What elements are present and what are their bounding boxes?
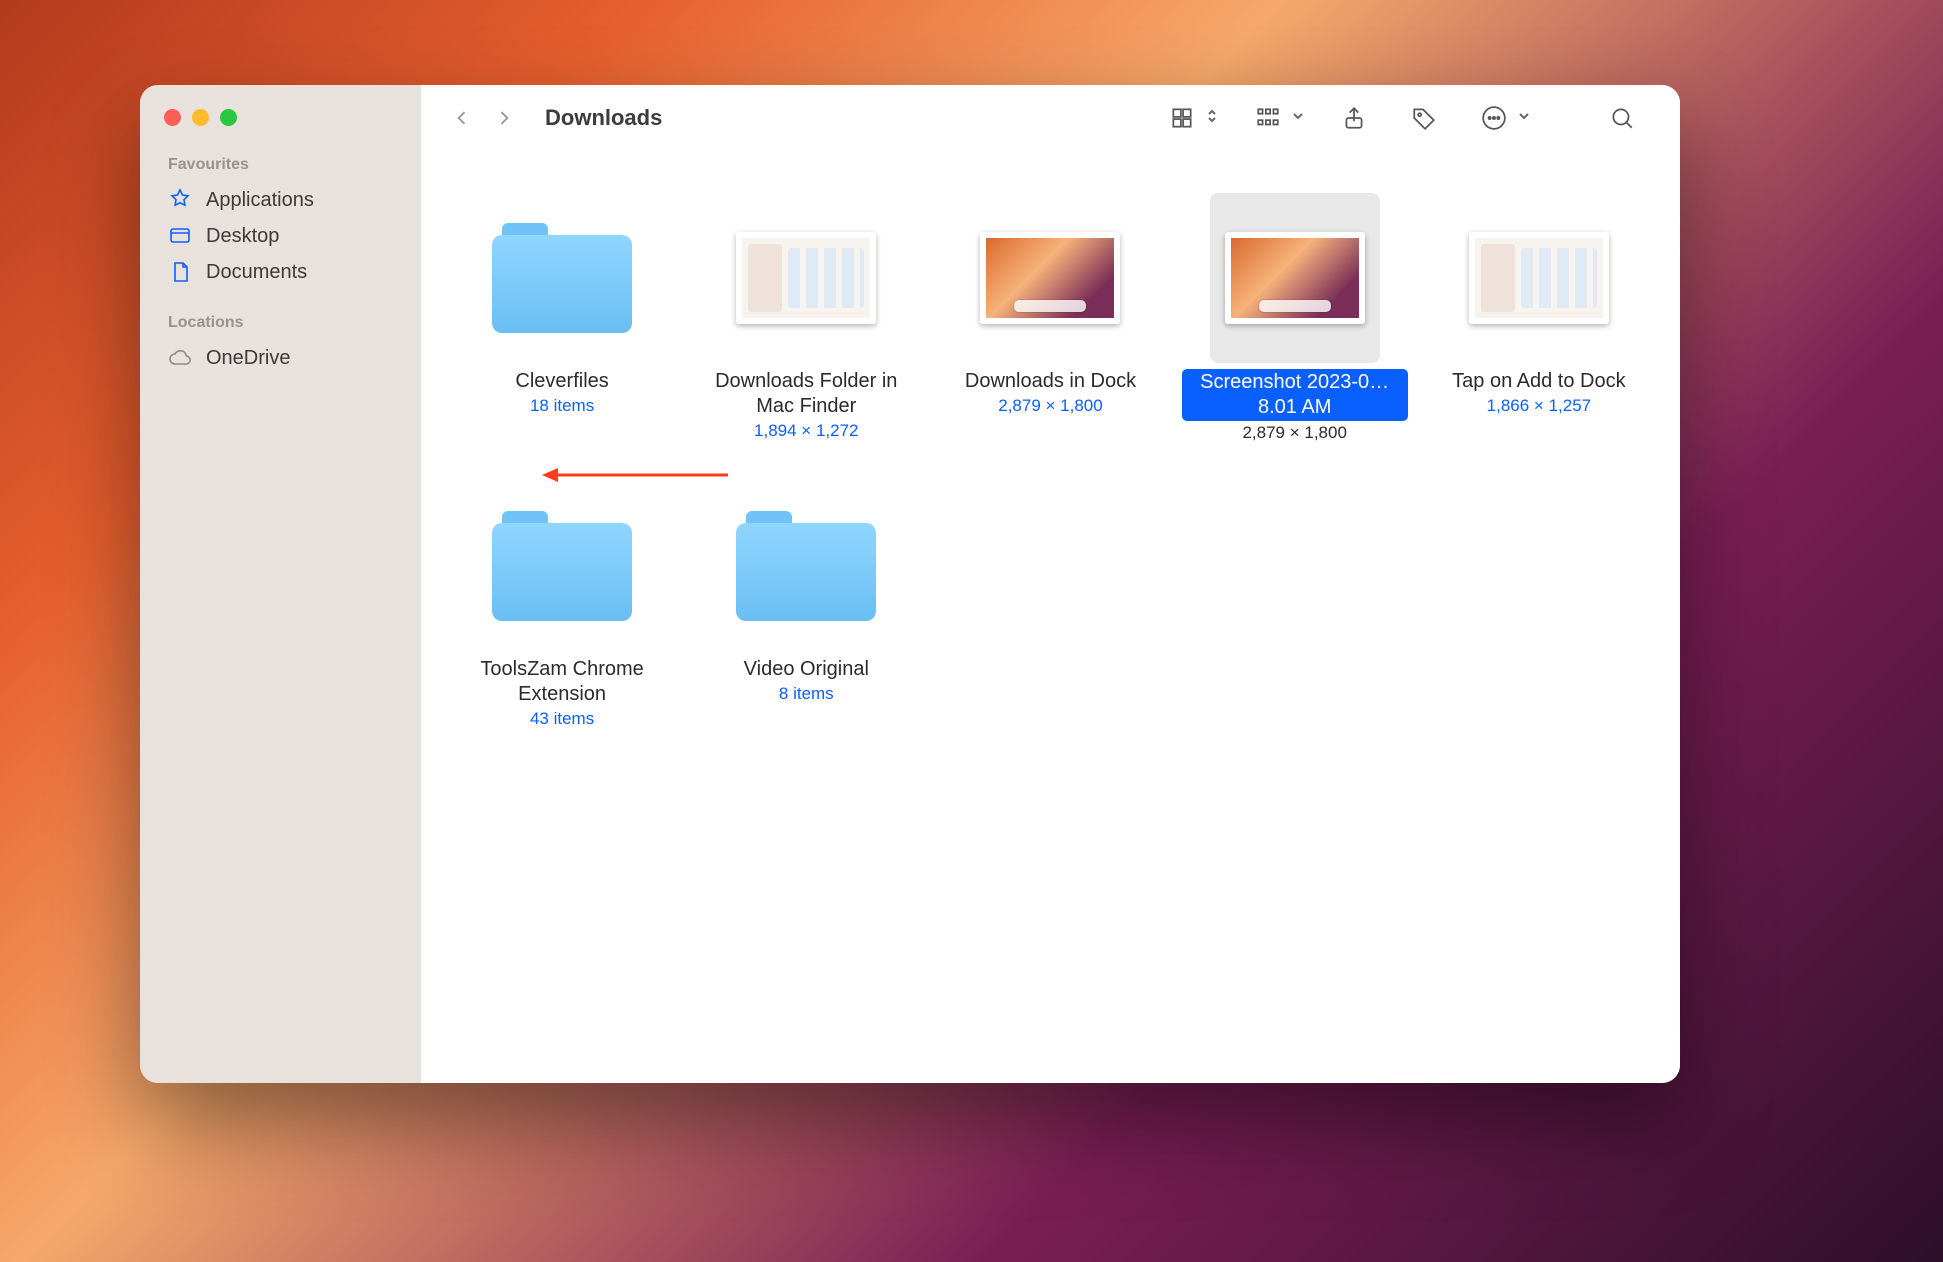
file-subtitle: 1,866 × 1,257 bbox=[1487, 396, 1591, 416]
file-name-label: Cleverfiles bbox=[515, 369, 608, 394]
file-item[interactable]: Tap on Add to Dock1,866 × 1,257 bbox=[1420, 181, 1658, 455]
action-menu-button[interactable] bbox=[1472, 96, 1532, 140]
window-controls bbox=[150, 109, 411, 126]
file-item[interactable]: Cleverfiles18 items bbox=[443, 181, 681, 455]
file-item[interactable]: ToolsZam Chrome Extension43 items bbox=[443, 469, 681, 741]
image-thumbnail bbox=[721, 193, 891, 363]
sidebar-section-locations: Locations bbox=[150, 308, 411, 340]
file-name-label: ToolsZam Chrome Extension bbox=[457, 657, 667, 707]
tag-icon bbox=[1402, 96, 1446, 140]
chevron-updown-icon bbox=[1206, 109, 1220, 127]
minimize-window-button[interactable] bbox=[192, 109, 209, 126]
file-subtitle: 43 items bbox=[530, 709, 594, 729]
file-subtitle: 1,894 × 1,272 bbox=[754, 421, 858, 441]
file-item[interactable]: Video Original8 items bbox=[687, 469, 925, 741]
image-thumbnail bbox=[1210, 193, 1380, 363]
sidebar-item-label: Documents bbox=[206, 261, 307, 284]
file-name-label: Video Original bbox=[744, 657, 869, 682]
image-thumbnail bbox=[1454, 193, 1624, 363]
file-name-label: Screenshot 2023-0…8.01 AM bbox=[1182, 369, 1408, 421]
file-item[interactable]: Screenshot 2023-0…8.01 AM2,879 × 1,800 bbox=[1176, 181, 1414, 455]
file-grid-area: Cleverfiles18 itemsDownloads Folder in M… bbox=[421, 151, 1680, 1083]
back-button[interactable] bbox=[445, 101, 479, 135]
file-name-label: Tap on Add to Dock bbox=[1452, 369, 1625, 394]
chevron-down-icon bbox=[1292, 109, 1306, 127]
documents-icon bbox=[168, 260, 192, 284]
folder-icon bbox=[477, 193, 647, 363]
sidebar-item-onedrive[interactable]: OneDrive bbox=[150, 340, 411, 376]
chevron-down-icon bbox=[1518, 109, 1532, 127]
tags-button[interactable] bbox=[1402, 96, 1446, 140]
image-thumbnail bbox=[965, 193, 1135, 363]
applications-icon bbox=[168, 188, 192, 212]
file-subtitle: 8 items bbox=[779, 684, 834, 704]
sidebar-item-applications[interactable]: Applications bbox=[150, 182, 411, 218]
file-subtitle: 2,879 × 1,800 bbox=[1242, 423, 1346, 443]
share-button[interactable] bbox=[1332, 96, 1376, 140]
share-icon bbox=[1332, 96, 1376, 140]
main-pane: Downloads bbox=[421, 85, 1680, 1083]
file-subtitle: 2,879 × 1,800 bbox=[998, 396, 1102, 416]
desktop-wallpaper: Favourites Applications Desktop Document… bbox=[0, 0, 1943, 1262]
cloud-icon bbox=[168, 346, 192, 370]
folder-icon bbox=[721, 481, 891, 651]
sidebar: Favourites Applications Desktop Document… bbox=[140, 85, 421, 1083]
group-icon bbox=[1246, 96, 1290, 140]
search-button[interactable] bbox=[1600, 96, 1644, 140]
file-item[interactable]: Downloads in Dock2,879 × 1,800 bbox=[931, 181, 1169, 455]
sidebar-item-documents[interactable]: Documents bbox=[150, 254, 411, 290]
file-item[interactable]: Downloads Folder in Mac Finder1,894 × 1,… bbox=[687, 181, 925, 455]
folder-icon bbox=[477, 481, 647, 651]
toolbar: Downloads bbox=[421, 85, 1680, 151]
sidebar-item-desktop[interactable]: Desktop bbox=[150, 218, 411, 254]
ellipsis-circle-icon bbox=[1472, 96, 1516, 140]
icon-view-icon bbox=[1160, 96, 1204, 140]
close-window-button[interactable] bbox=[164, 109, 181, 126]
file-name-label: Downloads Folder in Mac Finder bbox=[701, 369, 911, 419]
zoom-window-button[interactable] bbox=[220, 109, 237, 126]
view-mode-control[interactable] bbox=[1160, 96, 1220, 140]
finder-window: Favourites Applications Desktop Document… bbox=[140, 85, 1680, 1083]
search-icon bbox=[1600, 96, 1644, 140]
sidebar-item-label: Applications bbox=[206, 189, 314, 212]
file-name-label: Downloads in Dock bbox=[965, 369, 1136, 394]
sidebar-item-label: OneDrive bbox=[206, 347, 290, 370]
group-by-control[interactable] bbox=[1246, 96, 1306, 140]
file-subtitle: 18 items bbox=[530, 396, 594, 416]
window-title: Downloads bbox=[545, 105, 662, 131]
desktop-icon bbox=[168, 224, 192, 248]
sidebar-section-favourites: Favourites bbox=[150, 150, 411, 182]
sidebar-item-label: Desktop bbox=[206, 225, 279, 248]
forward-button[interactable] bbox=[487, 101, 521, 135]
